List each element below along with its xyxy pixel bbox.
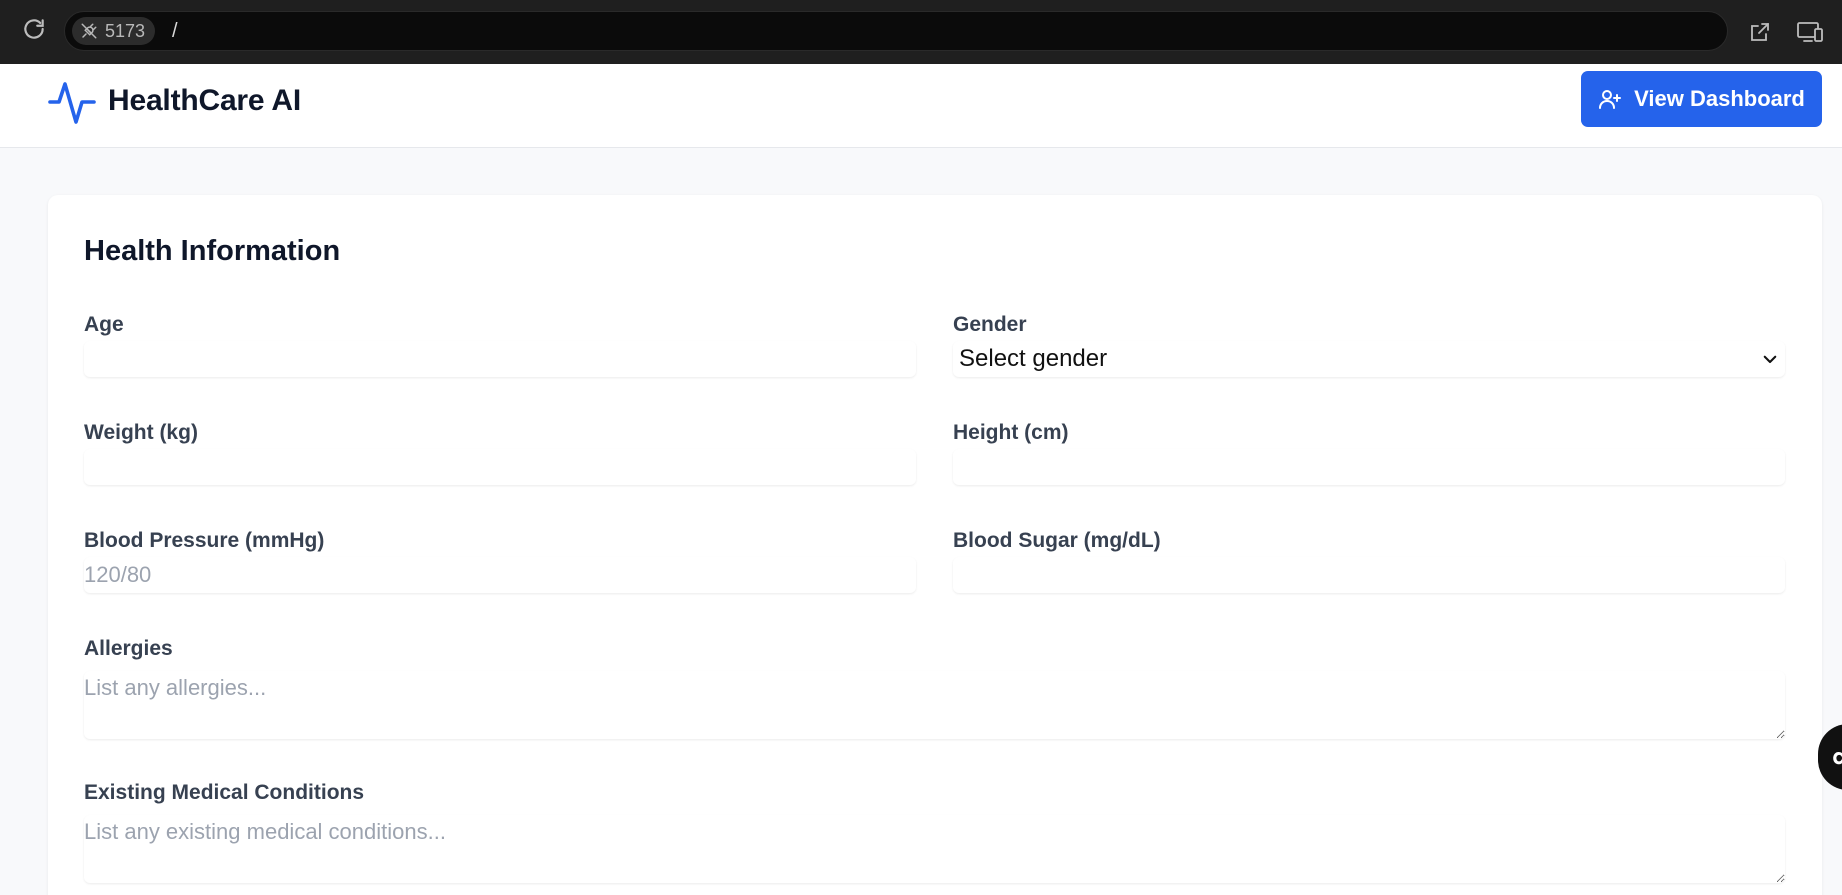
url-path: /: [172, 20, 178, 42]
weight-label: Weight (kg): [84, 421, 198, 444]
view-dashboard-label: View Dashboard: [1634, 86, 1805, 111]
port-number: 5173: [105, 20, 146, 41]
browser-toolbar: 5173 /: [0, 0, 1842, 64]
address-bar[interactable]: 5173 /: [64, 11, 1728, 51]
port-badge[interactable]: 5173: [72, 17, 156, 45]
gender-label: Gender: [953, 313, 1027, 336]
conditions-label: Existing Medical Conditions: [84, 781, 365, 804]
blood-pressure-label: Blood Pressure (mmHg): [84, 529, 325, 552]
gender-select-value: Select gender: [959, 345, 1108, 372]
activity-icon: [48, 82, 96, 124]
devices-icon[interactable]: [1795, 17, 1825, 47]
assistant-icon: ∞: [1832, 738, 1842, 777]
age-input[interactable]: [84, 341, 916, 377]
height-input[interactable]: [953, 449, 1785, 485]
view-dashboard-button[interactable]: View Dashboard: [1581, 71, 1822, 127]
app-header: HealthCare AI View Dashboard: [0, 64, 1842, 148]
card-title: Health Information: [84, 235, 341, 267]
gender-select[interactable]: Select gender: [953, 341, 1785, 377]
conditions-textarea[interactable]: [84, 815, 1785, 883]
reload-icon[interactable]: [20, 15, 48, 43]
allergies-label: Allergies: [84, 637, 173, 660]
health-info-card: Health Information Age Gender Select gen…: [48, 195, 1822, 895]
blood-sugar-label: Blood Sugar (mg/dL): [953, 529, 1161, 552]
height-label: Height (cm): [953, 421, 1069, 444]
user-plus-icon: [1599, 90, 1622, 109]
chevron-down-icon: [1763, 355, 1777, 364]
blood-pressure-input[interactable]: [84, 557, 916, 593]
brand-name: HealthCare AI: [108, 84, 302, 117]
plug-icon: [81, 23, 97, 39]
weight-input[interactable]: [84, 449, 916, 485]
age-label: Age: [84, 313, 124, 336]
blood-sugar-input[interactable]: [953, 557, 1785, 593]
allergies-textarea[interactable]: [84, 671, 1785, 739]
open-external-icon[interactable]: [1745, 17, 1775, 47]
